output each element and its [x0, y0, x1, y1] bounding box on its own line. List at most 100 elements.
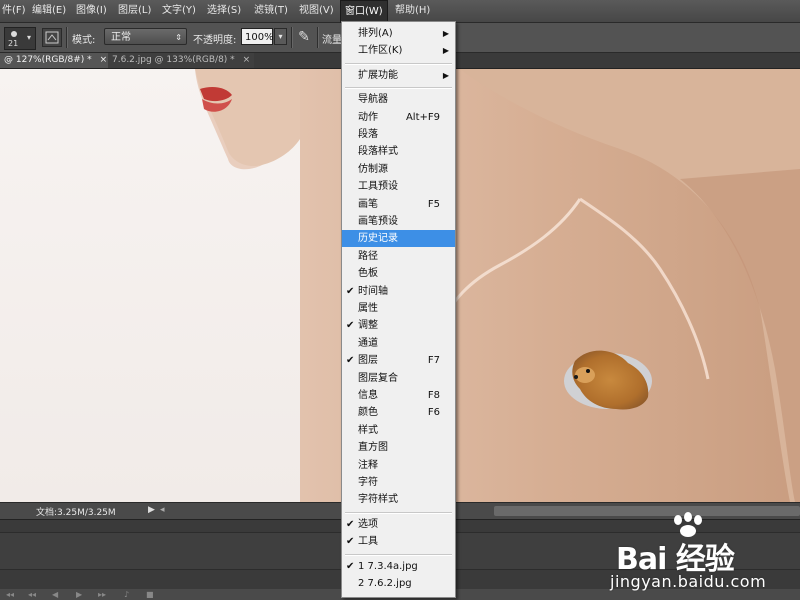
- menu-item-4-0[interactable]: ✔ 1 7.3.4a.jpg: [342, 558, 455, 575]
- menu-item-label: 注释: [358, 459, 378, 471]
- previous-frame-icon[interactable]: ◂◂: [28, 589, 36, 600]
- menu-item-label: 属性: [358, 303, 378, 314]
- divider: [66, 27, 68, 48]
- menu-item-label: 色板: [358, 268, 378, 280]
- tab-label: 7.6.2.jpg @ 133%(RGB/8) *: [112, 55, 235, 65]
- check-icon: ✔: [346, 355, 355, 367]
- menu-type[interactable]: 文字(Y): [158, 0, 200, 22]
- brush-panel-icon: [45, 31, 59, 44]
- menu-item-2-3[interactable]: 段落样式: [342, 143, 455, 160]
- brush-panel-toggle-button[interactable]: [42, 28, 62, 47]
- check-icon: ✔: [346, 320, 355, 332]
- status-menu-arrow-icon[interactable]: ▶: [148, 504, 158, 517]
- next-frame-icon[interactable]: ▸▸: [98, 589, 106, 600]
- menu-item-2-14[interactable]: 通道: [342, 335, 455, 352]
- menu-item-2-8[interactable]: 历史记录: [342, 230, 455, 248]
- audio-icon[interactable]: ♪: [124, 589, 129, 600]
- mode-label: 模式:: [72, 35, 96, 46]
- menu-item-shortcut: F6: [427, 407, 440, 419]
- menu-item-2-23[interactable]: 字符样式: [342, 491, 455, 508]
- opacity-slider-button[interactable]: ▾: [274, 28, 287, 45]
- menu-item-shortcut: F8: [427, 390, 440, 401]
- menu-item-4-1[interactable]: 2 7.6.2.jpg: [342, 575, 455, 592]
- brush-size: 21: [8, 39, 19, 48]
- opacity-input[interactable]: 100%: [241, 28, 274, 45]
- menu-item-2-18[interactable]: 颜色 F6: [342, 404, 455, 421]
- tab-label: @ 127%(RGB/8#) *: [4, 55, 92, 65]
- watermark: Bai 经验 jingyan.baidu.com: [610, 512, 800, 600]
- menu-file[interactable]: 件(F): [0, 0, 30, 22]
- close-icon[interactable]: ×: [243, 55, 251, 65]
- menu-window[interactable]: 窗口(W): [340, 0, 388, 23]
- opacity-label: 不透明度:: [193, 35, 237, 46]
- check-icon: ✔: [346, 536, 355, 548]
- menu-select[interactable]: 选择(S): [203, 0, 245, 22]
- menu-image[interactable]: 图像(I): [72, 0, 111, 22]
- menu-item-2-15[interactable]: ✔ 图层 F7: [342, 352, 455, 369]
- menu-item-label: 通道: [358, 337, 378, 349]
- menu-view[interactable]: 视图(V): [295, 0, 338, 22]
- menu-item-label: 路径: [358, 250, 378, 262]
- menu-item-0-0[interactable]: 排列(A) ▶: [342, 25, 455, 42]
- tab-document-2[interactable]: 7.6.2.jpg @ 133%(RGB/8) * ×: [108, 53, 255, 68]
- menu-separator: [345, 511, 452, 514]
- menu-item-2-16[interactable]: 图层复合: [342, 370, 455, 387]
- menu-help[interactable]: 帮助(H): [391, 0, 434, 22]
- menu-item-2-9[interactable]: 路径: [342, 248, 455, 265]
- menu-item-shortcut: F5: [427, 198, 440, 210]
- mode-select[interactable]: 正常 ⇕: [104, 28, 187, 45]
- menu-layer[interactable]: 图层(L): [114, 0, 155, 22]
- chevron-down-icon: ▾: [27, 33, 32, 42]
- updown-arrow-icon: ⇕: [175, 33, 182, 42]
- menu-item-2-6[interactable]: 画笔 F5: [342, 196, 455, 213]
- play-forward-icon[interactable]: ▶: [76, 589, 82, 600]
- menu-item-3-0[interactable]: ✔ 选项: [342, 516, 455, 533]
- menu-item-label: 动作: [358, 111, 378, 123]
- menu-edit[interactable]: 编辑(E): [28, 0, 70, 22]
- menu-item-label: 调整: [358, 320, 378, 332]
- menu-item-2-0[interactable]: 导航器: [342, 91, 455, 108]
- menu-item-label: 信息: [358, 390, 378, 401]
- scroll-left-icon[interactable]: ◂: [160, 504, 165, 517]
- menu-item-2-17[interactable]: 信息 F8: [342, 387, 455, 404]
- menu-item-label: 2 7.6.2.jpg: [358, 578, 412, 589]
- menu-item-2-10[interactable]: 色板: [342, 265, 455, 282]
- menu-item-2-7[interactable]: 画笔预设: [342, 213, 455, 230]
- menu-item-2-4[interactable]: 仿制源: [342, 161, 455, 178]
- menu-item-label: 段落: [358, 129, 378, 140]
- flow-label: 流量: [322, 35, 342, 46]
- menu-item-label: 画笔预设: [358, 216, 398, 227]
- tab-document-1[interactable]: @ 127%(RGB/8#) * ×: [0, 53, 112, 68]
- menu-item-2-1[interactable]: 动作 Alt+F9: [342, 109, 455, 126]
- close-icon[interactable]: ×: [100, 55, 108, 65]
- menu-item-2-11[interactable]: ✔ 时间轴: [342, 283, 455, 300]
- submenu-arrow-icon: ▶: [442, 46, 449, 56]
- menu-item-2-22[interactable]: 字符: [342, 474, 455, 491]
- divider: [317, 27, 319, 48]
- menu-item-0-1[interactable]: 工作区(K) ▶: [342, 42, 455, 59]
- brush-preset-picker[interactable]: 21 ▾: [4, 27, 36, 50]
- menu-item-2-19[interactable]: 样式: [342, 422, 455, 439]
- menu-item-2-20[interactable]: 直方图: [342, 439, 455, 456]
- play-icon[interactable]: ◀: [52, 589, 58, 600]
- pressure-opacity-icon[interactable]: ✎: [295, 28, 313, 46]
- menu-filter[interactable]: 滤镜(T): [250, 0, 292, 22]
- brush-tip-icon: [11, 31, 17, 37]
- menu-item-label: 选项: [358, 518, 378, 530]
- menu-item-label: 1 7.3.4a.jpg: [358, 560, 418, 572]
- menu-item-2-2[interactable]: 段落: [342, 126, 455, 143]
- menu-item-label: 图层复合: [358, 372, 398, 384]
- menu-item-2-12[interactable]: 属性: [342, 300, 455, 317]
- menu-item-2-5[interactable]: 工具预设: [342, 178, 455, 195]
- first-frame-icon[interactable]: ◂◂: [6, 589, 14, 600]
- menu-item-2-21[interactable]: 注释: [342, 457, 455, 474]
- window-menu-dropdown: 排列(A) ▶ 工作区(K) ▶ 扩展功能 ▶ 导航器 动作 Alt+F9 段落段落样式 仿制源 工具…: [341, 21, 456, 598]
- menu-item-label: 历史记录: [358, 233, 398, 245]
- menu-item-label: 样式: [358, 424, 378, 436]
- menu-item-1-0[interactable]: 扩展功能 ▶: [342, 67, 455, 84]
- check-icon: ✔: [346, 285, 355, 297]
- menu-item-3-1[interactable]: ✔ 工具: [342, 533, 455, 550]
- trash-icon[interactable]: ■: [146, 589, 154, 600]
- menu-item-2-13[interactable]: ✔ 调整: [342, 317, 455, 334]
- divider: [291, 27, 293, 48]
